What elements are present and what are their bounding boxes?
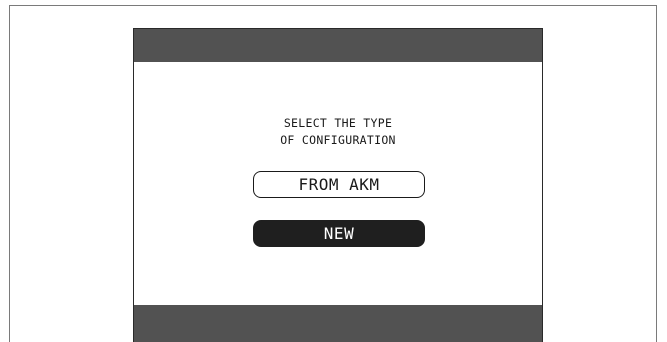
configuration-prompt: SELECT THE TYPE OF CONFIGURATION	[134, 115, 542, 149]
top-status-bar	[134, 29, 542, 62]
new-button[interactable]: NEW	[253, 220, 425, 247]
bottom-status-bar	[134, 305, 542, 342]
from-akm-button[interactable]: FROM AKM	[253, 171, 425, 198]
prompt-line-1: SELECT THE TYPE	[283, 116, 393, 130]
prompt-line-2: OF CONFIGURATION	[280, 133, 396, 147]
device-screen: SELECT THE TYPE OF CONFIGURATION FROM AK…	[133, 28, 543, 342]
